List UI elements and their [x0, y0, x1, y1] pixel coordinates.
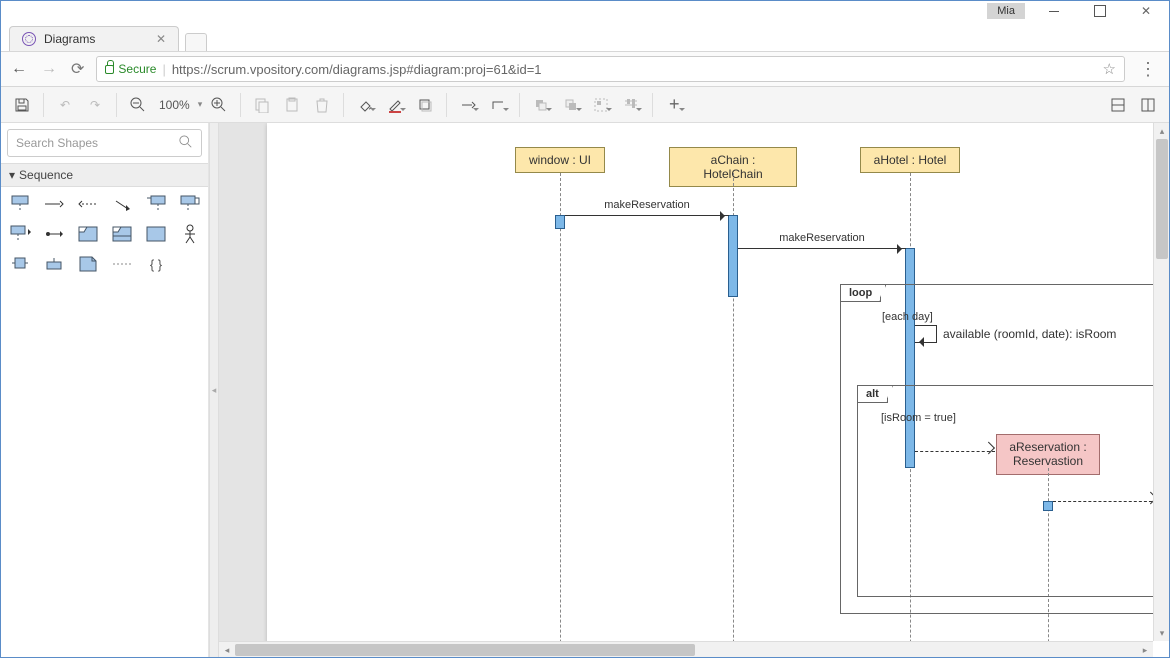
- url-text: https://scrum.vpository.com/diagrams.jsp…: [172, 62, 542, 77]
- view-vertical-button[interactable]: [1135, 92, 1161, 118]
- horizontal-scroll-thumb[interactable]: [235, 644, 695, 656]
- msg-create-reservation[interactable]: [915, 451, 995, 452]
- arrow-icon: [897, 244, 907, 254]
- lifeline-window[interactable]: window : UI: [515, 147, 605, 173]
- add-button[interactable]: +: [661, 92, 687, 118]
- shape-frame-loop[interactable]: [75, 223, 101, 245]
- shape-message[interactable]: [41, 193, 67, 215]
- shape-frame[interactable]: [143, 223, 169, 245]
- canvas-area: window : UI aChain : HotelChain aHotel :…: [219, 123, 1169, 657]
- url-input[interactable]: Secure | https://scrum.vpository.com/dia…: [96, 56, 1125, 82]
- arrow-icon: [914, 337, 924, 347]
- line-color-button[interactable]: [382, 92, 408, 118]
- msg-label: makeReservation: [779, 232, 865, 244]
- secure-indicator: Secure: [105, 62, 156, 76]
- sequence-panel-header[interactable]: ▾ Sequence: [1, 163, 208, 187]
- fragment-alt-label: alt: [857, 385, 888, 403]
- window-titlebar: Mia: [1, 1, 1169, 21]
- delete-button[interactable]: [309, 92, 335, 118]
- shadow-button[interactable]: [412, 92, 438, 118]
- back-button[interactable]: ←: [9, 60, 29, 78]
- reload-button[interactable]: ⟳: [69, 59, 86, 79]
- shape-note[interactable]: [75, 253, 101, 275]
- favicon-icon: [22, 32, 36, 46]
- msg-chain-to-hotel[interactable]: makeReservation: [738, 248, 906, 249]
- arrow-icon: [720, 211, 730, 221]
- zoom-level[interactable]: 100%: [155, 98, 194, 112]
- lifeline-window-line: [560, 173, 561, 657]
- shape-concurrent[interactable]: [7, 223, 33, 245]
- activation-chain[interactable]: [728, 215, 738, 297]
- self-msg-label: available (roomId, date): isRoom: [943, 327, 1116, 341]
- search-icon: [179, 135, 193, 152]
- bring-front-button[interactable]: [558, 92, 584, 118]
- shapes-sidebar: Search Shapes ▾ Sequence: [1, 123, 209, 657]
- connector-style-button[interactable]: [485, 92, 511, 118]
- sequence-panel-label: Sequence: [19, 168, 73, 182]
- guard-alt: [isRoom = true]: [881, 412, 956, 424]
- collapse-icon: ▾: [9, 168, 15, 182]
- shape-gate[interactable]: [7, 253, 33, 275]
- zoom-in-button[interactable]: [206, 92, 232, 118]
- forward-button[interactable]: →: [39, 60, 59, 78]
- align-button[interactable]: [618, 92, 644, 118]
- shape-lifeline[interactable]: [7, 193, 33, 215]
- diagram-paper[interactable]: window : UI aChain : HotelChain aHotel :…: [267, 123, 1169, 657]
- shapes-palette: { }: [1, 187, 208, 281]
- tab-close-icon[interactable]: ✕: [156, 32, 166, 46]
- fill-color-button[interactable]: [352, 92, 378, 118]
- bookmark-icon[interactable]: ☆: [1103, 60, 1116, 78]
- shape-text[interactable]: { }: [143, 253, 169, 275]
- window-minimize-button[interactable]: [1031, 1, 1077, 21]
- zoom-dropdown-icon[interactable]: ▾: [198, 99, 203, 110]
- shape-entity[interactable]: [143, 193, 169, 215]
- undo-button[interactable]: ↶: [52, 92, 78, 118]
- browser-menu-button[interactable]: ⋮: [1135, 59, 1161, 80]
- shape-duration[interactable]: [41, 223, 67, 245]
- shape-continuation[interactable]: [41, 253, 67, 275]
- fragment-loop-label: loop: [840, 284, 881, 302]
- connector-end-button[interactable]: [455, 92, 481, 118]
- shape-actor[interactable]: [177, 223, 203, 245]
- window-close-button[interactable]: [1123, 1, 1169, 21]
- browser-url-bar: ← → ⟳ Secure | https://scrum.vpository.c…: [1, 51, 1169, 87]
- search-shapes-input[interactable]: Search Shapes: [7, 129, 202, 157]
- secure-label: Secure: [118, 62, 156, 76]
- zoom-out-button[interactable]: [125, 92, 151, 118]
- window-maximize-button[interactable]: [1077, 1, 1123, 21]
- lock-icon: [105, 65, 114, 74]
- group-button[interactable]: [588, 92, 614, 118]
- view-horizontal-button[interactable]: [1105, 92, 1131, 118]
- browser-tab[interactable]: Diagrams ✕: [9, 26, 179, 51]
- msg-window-to-chain[interactable]: makeReservation: [565, 215, 729, 216]
- canvas-scroll[interactable]: window : UI aChain : HotelChain aHotel :…: [219, 123, 1169, 657]
- vertical-scrollbar[interactable]: ▴ ▾: [1153, 123, 1169, 641]
- shape-frame-alt[interactable]: [109, 223, 135, 245]
- save-button[interactable]: [9, 92, 35, 118]
- shape-recursive[interactable]: [177, 193, 203, 215]
- activation-window[interactable]: [555, 215, 565, 229]
- search-placeholder: Search Shapes: [16, 136, 98, 150]
- copy-button[interactable]: [249, 92, 275, 118]
- paste-button[interactable]: [279, 92, 305, 118]
- send-back-button[interactable]: [528, 92, 554, 118]
- tab-title: Diagrams: [44, 32, 95, 46]
- shape-return[interactable]: [75, 193, 101, 215]
- new-tab-button[interactable]: [185, 33, 207, 51]
- guard-loop: [each day]: [882, 311, 933, 323]
- vertical-scroll-thumb[interactable]: [1156, 139, 1168, 259]
- msg-label: makeReservation: [604, 199, 690, 211]
- horizontal-scrollbar[interactable]: ◂ ▸: [219, 641, 1153, 657]
- sidebar-splitter[interactable]: ◂: [209, 123, 219, 657]
- msg-self-available[interactable]: [915, 325, 937, 343]
- separator: |: [162, 62, 165, 77]
- shape-found[interactable]: [109, 193, 135, 215]
- redo-button[interactable]: ↷: [82, 92, 108, 118]
- editor-toolbar: ↶ ↷ 100% ▾: [1, 87, 1169, 123]
- lifeline-hotel[interactable]: aHotel : Hotel: [860, 147, 960, 173]
- shape-constraint[interactable]: [109, 253, 135, 275]
- msg-create-confirmation[interactable]: [1053, 501, 1157, 502]
- user-badge: Mia: [987, 3, 1025, 19]
- browser-tab-strip: Diagrams ✕: [1, 21, 1169, 51]
